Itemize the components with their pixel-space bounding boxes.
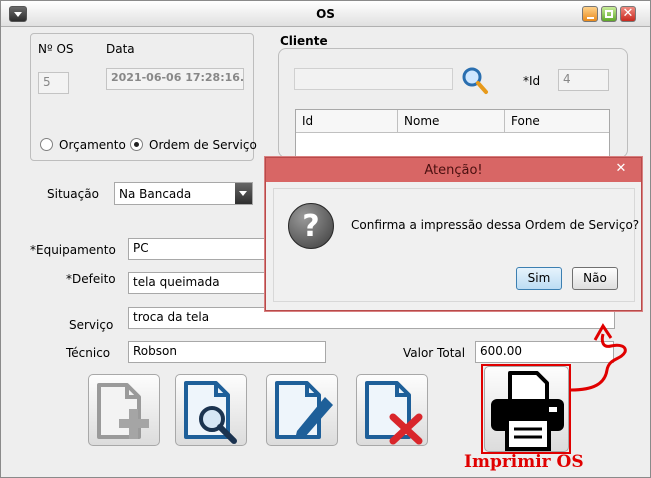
minimize-icon bbox=[587, 17, 594, 19]
situacao-value: Na Bancada bbox=[119, 187, 192, 201]
document-delete-icon bbox=[365, 381, 423, 445]
dialog-message: Confirma a impressão dessa Ordem de Serv… bbox=[351, 218, 640, 232]
document-edit-icon bbox=[275, 381, 333, 439]
valor-total-label: Valor Total bbox=[403, 346, 466, 360]
delete-os-button[interactable] bbox=[356, 374, 428, 446]
edit-os-button[interactable] bbox=[266, 374, 338, 446]
column-header-nome[interactable]: Nome bbox=[398, 110, 505, 132]
os-number-field[interactable]: 5 bbox=[38, 72, 69, 94]
highlight-box bbox=[481, 364, 571, 454]
cliente-id-field[interactable]: 4 bbox=[558, 69, 609, 91]
dialog-close-icon[interactable]: ✕ bbox=[608, 159, 634, 179]
title-bar[interactable]: OS ✕ bbox=[1, 1, 650, 27]
defeito-label: *Defeito bbox=[66, 272, 116, 286]
window-title: OS bbox=[316, 7, 335, 21]
table-header-divider bbox=[296, 132, 609, 133]
confirm-dialog: Atenção! ✕ ? Confirma a impressão dessa … bbox=[265, 157, 642, 311]
tecnico-input[interactable]: Robson bbox=[128, 341, 326, 363]
equipamento-label: *Equipamento bbox=[30, 243, 116, 257]
maximize-icon bbox=[605, 10, 613, 18]
chevron-down-icon[interactable] bbox=[235, 183, 252, 204]
search-os-button[interactable] bbox=[175, 374, 247, 446]
close-icon: ✕ bbox=[622, 6, 634, 21]
radio-ordem-servico-label[interactable]: Ordem de Serviço bbox=[149, 138, 257, 152]
imprimir-os-annotation: Imprimir OS bbox=[464, 452, 584, 472]
system-menu-button[interactable] bbox=[9, 6, 27, 22]
confirm-no-button[interactable]: Não bbox=[572, 267, 618, 290]
confirm-yes-button[interactable]: Sim bbox=[516, 267, 562, 290]
close-button[interactable]: ✕ bbox=[620, 6, 636, 22]
search-icon[interactable] bbox=[460, 66, 490, 96]
document-add-icon bbox=[97, 383, 149, 439]
tecnico-label: Técnico bbox=[66, 346, 111, 360]
os-date-field[interactable]: 2021-06-06 17:28:16.0 bbox=[106, 68, 244, 90]
cliente-table[interactable]: Id Nome Fone bbox=[295, 109, 610, 157]
situacao-select[interactable]: Na Bancada bbox=[114, 182, 253, 205]
question-icon: ? bbox=[288, 203, 334, 249]
maximize-button[interactable] bbox=[601, 6, 617, 22]
radio-orcamento-label[interactable]: Orçamento bbox=[59, 138, 126, 152]
defeito-input[interactable]: tela queimada bbox=[128, 272, 268, 294]
cliente-title: Cliente bbox=[280, 34, 328, 48]
os-date-label: Data bbox=[106, 42, 135, 56]
column-header-fone[interactable]: Fone bbox=[505, 110, 609, 132]
dialog-title-bar[interactable]: Atenção! ✕ bbox=[266, 158, 641, 182]
dialog-title: Atenção! bbox=[424, 163, 483, 178]
cliente-id-label: *Id bbox=[523, 74, 541, 88]
radio-orcamento[interactable] bbox=[40, 138, 53, 151]
annotation-arrow-icon bbox=[570, 323, 627, 392]
servico-label: Serviço bbox=[69, 318, 114, 332]
situacao-label: Situação bbox=[47, 187, 99, 201]
os-number-label: Nº OS bbox=[38, 42, 74, 56]
radio-ordem-servico[interactable] bbox=[130, 138, 143, 151]
equipamento-input[interactable]: PC bbox=[128, 238, 268, 260]
document-search-icon bbox=[184, 381, 237, 444]
column-header-id[interactable]: Id bbox=[296, 110, 398, 132]
add-os-button[interactable] bbox=[88, 374, 160, 446]
cliente-search-input[interactable] bbox=[294, 68, 453, 90]
minimize-button[interactable] bbox=[582, 6, 598, 22]
